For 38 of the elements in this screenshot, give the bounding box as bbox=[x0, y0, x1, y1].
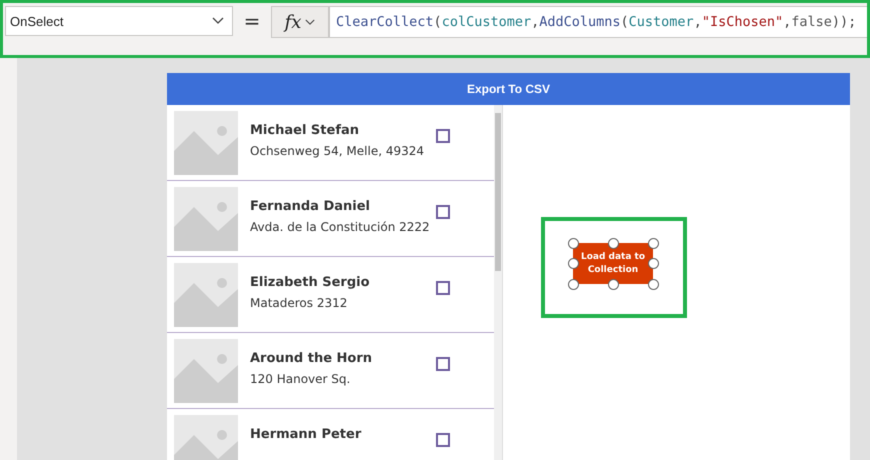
customer-name: Fernanda Daniel bbox=[250, 199, 372, 214]
checkbox[interactable] bbox=[436, 433, 450, 447]
customer-name: Michael Stefan bbox=[250, 123, 360, 138]
gallery-item[interactable]: Hermann Peter bbox=[167, 409, 494, 460]
checkbox[interactable] bbox=[436, 281, 450, 295]
chevron-down-icon bbox=[305, 18, 316, 26]
checkbox[interactable] bbox=[436, 357, 450, 371]
resize-handle[interactable] bbox=[608, 238, 618, 248]
image-placeholder-icon bbox=[174, 187, 238, 251]
image-placeholder-icon bbox=[174, 263, 238, 327]
property-dropdown[interactable]: OnSelect bbox=[5, 6, 233, 36]
formula-input[interactable]: ClearCollect(colCustomer,AddColumns(Customer,"IsChosen",false)); bbox=[329, 6, 867, 38]
gallery-item[interactable]: Elizabeth Sergio Mataderos 2312 bbox=[167, 257, 494, 333]
load-data-button[interactable]: Load data to Collection bbox=[573, 243, 653, 284]
customer-address: Mataderos 2312 bbox=[250, 296, 348, 310]
image-placeholder-icon bbox=[174, 339, 238, 403]
resize-handle[interactable] bbox=[568, 278, 578, 290]
customer-name: Elizabeth Sergio bbox=[250, 275, 371, 290]
resize-handle[interactable] bbox=[568, 258, 578, 269]
customer-address: 120 Hanover Sq. bbox=[250, 372, 352, 386]
gallery-item[interactable]: Fernanda Daniel Avda. de la Constitución 2222 bbox=[167, 181, 494, 257]
resize-handle[interactable] bbox=[568, 238, 578, 248]
function-button[interactable]: fx bbox=[271, 6, 329, 38]
equals-sign: = bbox=[242, 8, 262, 35]
gallery-item[interactable]: Around the Horn 120 Hanover Sq. bbox=[167, 333, 494, 409]
customer-name: Hermann Peter bbox=[250, 427, 362, 442]
chevron-down-icon bbox=[212, 17, 224, 25]
resize-handle[interactable] bbox=[648, 238, 658, 248]
customer-address: Ochsenweg 54, Melle, 49324 bbox=[250, 144, 426, 158]
header-bar: Export To CSV bbox=[167, 73, 850, 105]
image-placeholder-icon bbox=[174, 111, 238, 175]
gallery-item[interactable]: Michael Stefan Ochsenweg 54, Melle, 49324 bbox=[167, 105, 494, 181]
image-placeholder-icon bbox=[174, 415, 238, 460]
scrollbar[interactable] bbox=[494, 105, 502, 460]
checkbox[interactable] bbox=[436, 205, 450, 219]
customer-address: Avda. de la Constitución 2222 bbox=[250, 220, 431, 234]
checkbox[interactable] bbox=[436, 129, 450, 143]
customer-name: Around the Horn bbox=[250, 351, 374, 366]
